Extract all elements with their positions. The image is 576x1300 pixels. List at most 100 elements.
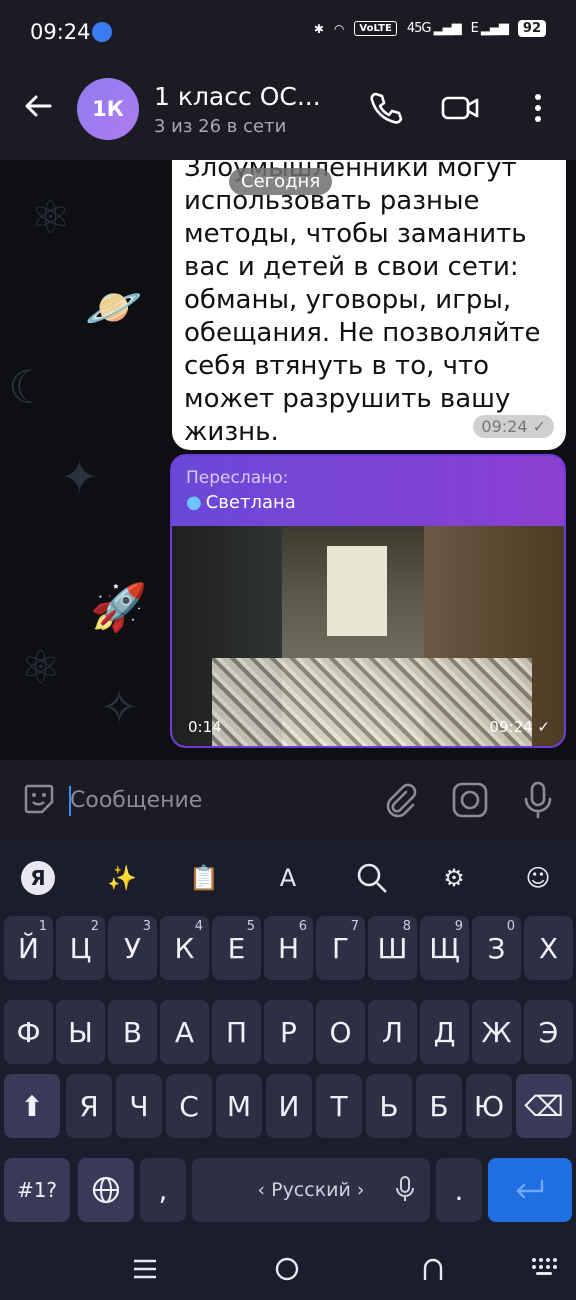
key-1[interactable]: Ы	[56, 1000, 105, 1064]
key-7[interactable]: Л	[368, 1000, 417, 1064]
settings-gear-icon[interactable]: ⚙	[434, 858, 474, 898]
key-4[interactable]: Е5	[212, 916, 261, 980]
group-avatar[interactable]: 1К	[77, 78, 139, 140]
voice-input-icon[interactable]	[396, 1176, 414, 1209]
key-8[interactable]: Щ9	[420, 916, 469, 980]
magic-wand-icon[interactable]: ✨	[102, 858, 142, 898]
key-8[interactable]: Д	[420, 1000, 469, 1064]
key-number-hint: 7	[350, 919, 359, 934]
key-label: Ш	[377, 931, 408, 965]
key-1[interactable]: Ч	[116, 1074, 162, 1138]
doodle-planet-icon: 🪐	[85, 280, 143, 334]
key-1[interactable]: Ц2	[56, 916, 105, 980]
doodle-atom2-icon: ⚛	[20, 640, 62, 694]
phone-call-icon[interactable]	[366, 88, 406, 128]
yandex-label: Я	[21, 861, 55, 895]
video-thumbnail[interactable]: 0:14 09:24 ✓	[172, 526, 564, 746]
chat-messages-area[interactable]: ⚛ 🪐 ☾ ✦ 🚀 ⚛ ✧ Злоумышленники могут испол…	[0, 160, 576, 760]
comma-key[interactable]: ,	[140, 1158, 186, 1222]
video-message-time: 09:24 ✓	[489, 718, 550, 736]
space-key[interactable]: ‹ Русский ›	[192, 1158, 430, 1222]
key-2[interactable]: С	[166, 1074, 212, 1138]
message-input-bar	[0, 760, 576, 840]
key-3[interactable]: А	[160, 1000, 209, 1064]
key-label: Ц	[69, 931, 92, 965]
key-8[interactable]: Ю	[466, 1074, 512, 1138]
key-label: У	[123, 931, 142, 965]
chat-title[interactable]: 1 класс ОС...	[154, 82, 321, 111]
chat-subtitle: 3 из 26 в сети	[154, 116, 287, 137]
more-menu-icon[interactable]	[518, 88, 558, 128]
key-label: Й	[18, 931, 39, 965]
key-6[interactable]: Г7	[316, 916, 365, 980]
shift-key[interactable]: ⬆	[4, 1074, 60, 1138]
message-text: Злоумышленники могут использовать разные…	[184, 160, 541, 447]
period-key[interactable]: .	[436, 1158, 482, 1222]
keyboard-hide-icon[interactable]	[530, 1256, 558, 1286]
key-label: Н	[277, 931, 300, 965]
key-10[interactable]: Э	[524, 1000, 573, 1064]
status-bar: 09:24 ✱ ◠ VoLTE 45G ▂▄▆ E ▂▄▆ 92	[0, 0, 576, 66]
app-notification-icon	[92, 22, 112, 42]
key-5[interactable]: Н6	[264, 916, 313, 980]
key-0[interactable]: Я	[66, 1074, 112, 1138]
signal-label-1: 45G	[406, 21, 432, 36]
key-7[interactable]: Ш8	[368, 916, 417, 980]
key-5[interactable]: Т	[316, 1074, 362, 1138]
forwarded-from[interactable]: ● Светлана	[186, 492, 550, 513]
key-number-hint: 0	[506, 919, 515, 934]
recents-menu-icon[interactable]	[132, 1258, 158, 1284]
key-7[interactable]: Б	[416, 1074, 462, 1138]
home-circle-icon[interactable]	[274, 1256, 300, 1286]
back-arrow-icon[interactable]	[22, 90, 58, 126]
key-label: Е	[227, 931, 246, 965]
backspace-key[interactable]: ⌫	[516, 1074, 572, 1138]
emoji-icon[interactable]: ☺	[518, 858, 558, 898]
back-nav-icon[interactable]	[420, 1256, 446, 1286]
key-6[interactable]: О	[316, 1000, 365, 1064]
signal-icon-1: 45G ▂▄▆	[406, 21, 462, 36]
language-globe-key[interactable]	[78, 1158, 134, 1222]
key-3[interactable]: К4	[160, 916, 209, 980]
yandex-icon[interactable]: Я	[18, 858, 58, 898]
symbols-key[interactable]: #1?	[4, 1158, 70, 1222]
sticker-icon[interactable]	[22, 782, 56, 816]
globe-avatar-icon: ●	[186, 492, 202, 513]
video-hall-light	[327, 546, 387, 636]
text-message-bubble[interactable]: Злоумышленники могут использовать разные…	[172, 160, 566, 450]
doodle-moon-icon: ☾	[8, 360, 50, 414]
attach-icon[interactable]	[380, 780, 420, 820]
message-time: 09:24 ✓	[473, 415, 554, 438]
forwarded-header[interactable]: Переслано: ● Светлана	[172, 456, 564, 526]
search-icon[interactable]	[352, 858, 392, 898]
chat-header: 1К 1 класс ОС... 3 из 26 в сети	[0, 66, 576, 160]
microphone-icon[interactable]	[518, 780, 558, 820]
bluetooth-icon: ✱	[313, 21, 324, 36]
key-9[interactable]: Ж	[472, 1000, 521, 1064]
key-5[interactable]: Р	[264, 1000, 313, 1064]
translate-icon[interactable]: A	[268, 858, 308, 898]
key-number-hint: 5	[246, 919, 255, 934]
key-3[interactable]: М	[216, 1074, 262, 1138]
key-4[interactable]: П	[212, 1000, 261, 1064]
key-0[interactable]: Ф	[4, 1000, 53, 1064]
key-label: Х	[538, 931, 559, 965]
key-4[interactable]: И	[266, 1074, 312, 1138]
forwarded-label: Переслано:	[186, 468, 289, 488]
video-paper-floor	[212, 658, 532, 746]
clipboard-icon[interactable]: 📋	[184, 858, 224, 898]
key-0[interactable]: Й1	[4, 916, 53, 980]
keyboard-row-2: ФЫВАПРОЛДЖЭ	[0, 1000, 576, 1064]
signal-icon-2: E ▂▄▆	[470, 21, 509, 36]
camera-icon[interactable]	[450, 780, 490, 820]
enter-key[interactable]	[488, 1158, 572, 1222]
key-2[interactable]: У3	[108, 916, 157, 980]
key-2[interactable]: В	[108, 1000, 157, 1064]
keyboard-toolbar: Я ✨ 📋 A ⚙ ☺	[0, 840, 576, 916]
key-6[interactable]: Ь	[366, 1074, 412, 1138]
message-input[interactable]	[70, 782, 360, 818]
video-call-icon[interactable]	[440, 88, 480, 128]
key-10[interactable]: Х	[524, 916, 573, 980]
forwarded-video-bubble[interactable]: Переслано: ● Светлана 0:14 09:24 ✓	[170, 454, 566, 748]
key-9[interactable]: З0	[472, 916, 521, 980]
